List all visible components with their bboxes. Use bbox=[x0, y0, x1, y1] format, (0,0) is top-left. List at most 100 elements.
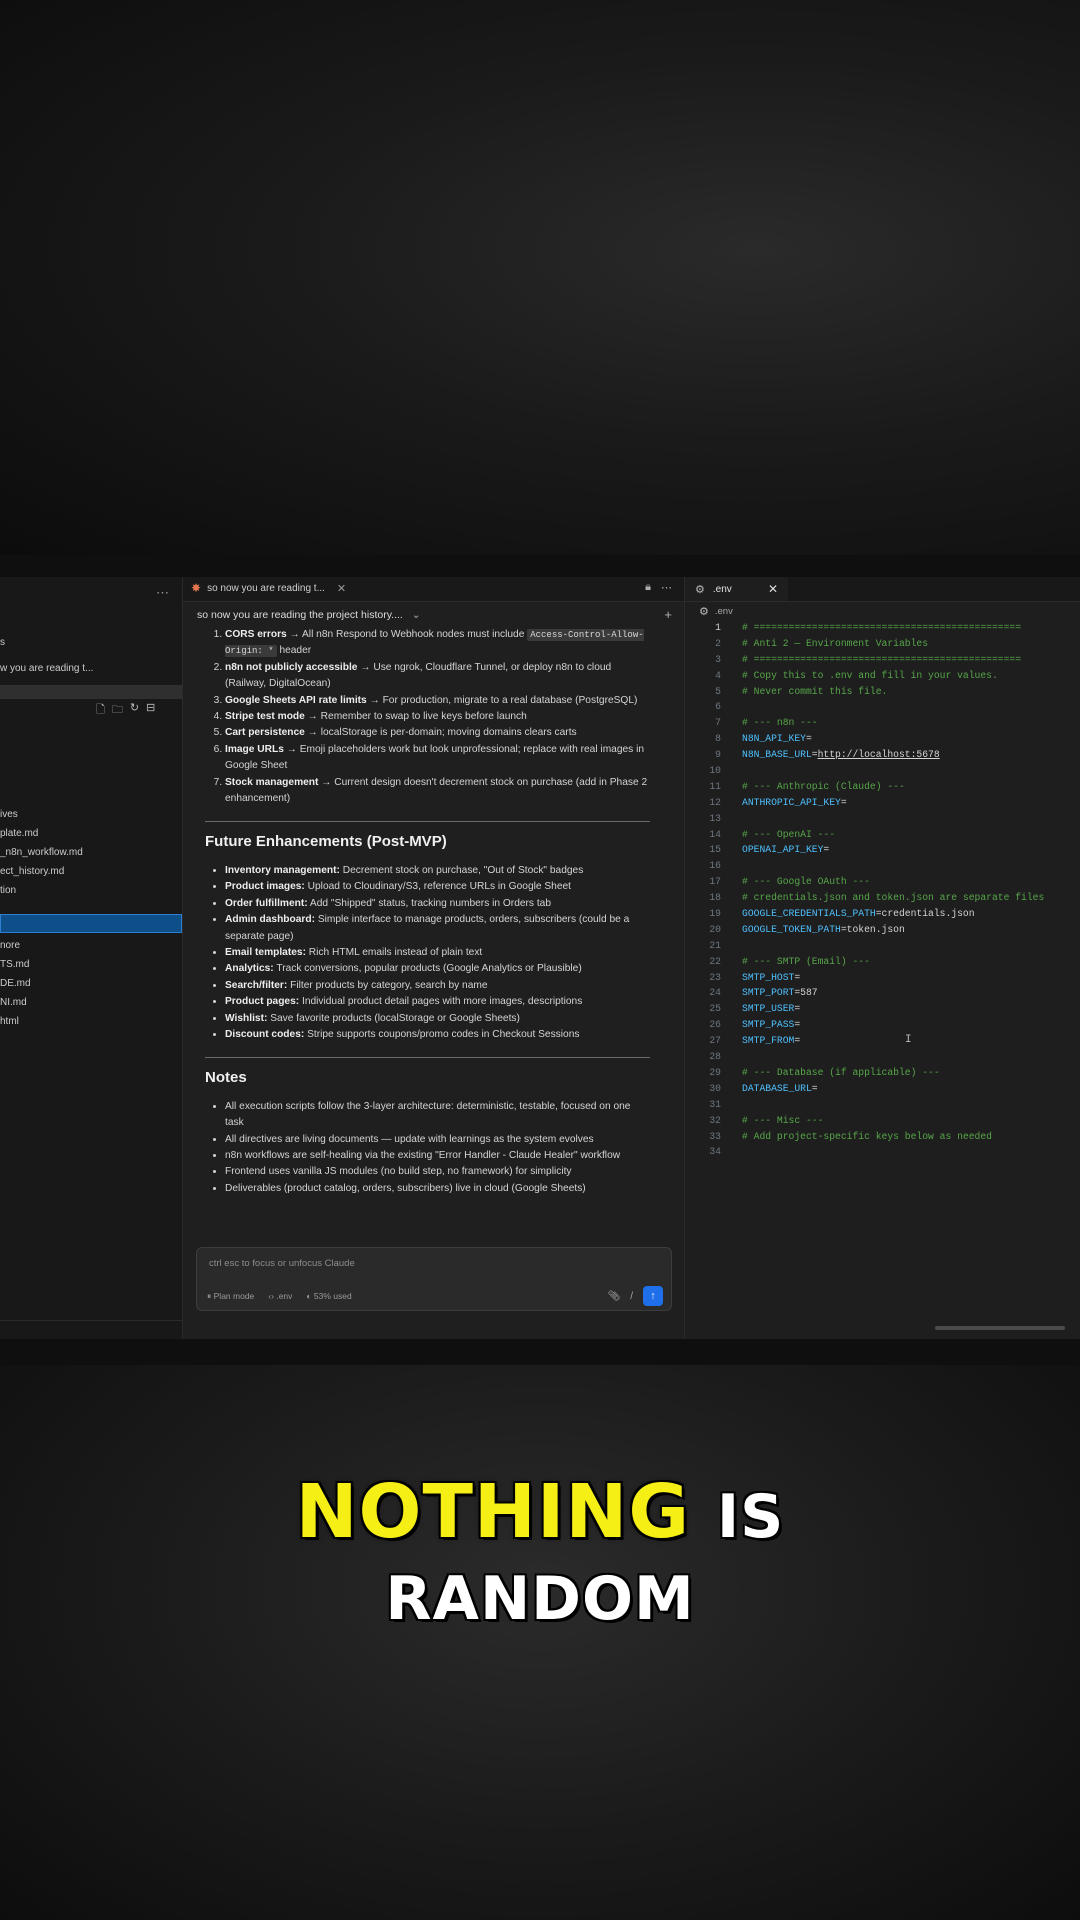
code-line[interactable]: 26 SMTP_PASS= bbox=[685, 1017, 1080, 1033]
line-text: # Add project-specific keys below as nee… bbox=[742, 1130, 992, 1142]
code-lines[interactable]: 1 # =====================================… bbox=[685, 620, 1080, 1160]
code-line[interactable]: 28 bbox=[685, 1049, 1080, 1065]
code-line[interactable]: 27 SMTP_FROM= bbox=[685, 1033, 1080, 1049]
breadcrumb-file[interactable]: .env bbox=[715, 606, 733, 617]
refresh-icon[interactable]: ↻ bbox=[130, 701, 139, 720]
explorer-item[interactable]: html bbox=[0, 1016, 19, 1027]
line-text bbox=[721, 699, 742, 715]
line-text bbox=[721, 938, 742, 954]
code-line[interactable]: 11 # --- Anthropic (Claude) --- bbox=[685, 779, 1080, 795]
ellipsis-icon[interactable]: ⋯ bbox=[156, 585, 169, 601]
slash-command-icon[interactable]: / bbox=[630, 1291, 633, 1302]
explorer-selected-row[interactable] bbox=[0, 914, 182, 933]
code-line[interactable]: 32 # --- Misc --- bbox=[685, 1113, 1080, 1129]
code-line[interactable]: 9 N8N_BASE_URL=http://localhost:5678 bbox=[685, 747, 1080, 763]
line-text: SMTP_FROM= bbox=[721, 1033, 800, 1049]
caption-line-2: RANDOM bbox=[385, 1564, 695, 1634]
code-line[interactable]: 1 # =====================================… bbox=[685, 620, 1080, 636]
code-line[interactable]: 21 bbox=[685, 938, 1080, 954]
context-file-chip[interactable]: ‹› .env bbox=[268, 1291, 292, 1302]
explorer-footer bbox=[0, 1320, 182, 1339]
close-icon[interactable]: ✕ bbox=[768, 582, 778, 596]
explorer-item[interactable]: tion bbox=[0, 885, 16, 896]
code-line[interactable]: 6 bbox=[685, 699, 1080, 715]
explorer-item[interactable]: w you are reading t... bbox=[0, 663, 93, 674]
chat-input[interactable]: ctrl esc to focus or unfocus Claude ⏸︎ P… bbox=[196, 1247, 672, 1311]
code-line[interactable]: 15 OPENAI_API_KEY= bbox=[685, 842, 1080, 858]
code-line[interactable]: 34 bbox=[685, 1144, 1080, 1160]
explorer-item[interactable]: _n8n_workflow.md bbox=[0, 847, 83, 858]
explorer-item[interactable]: plate.md bbox=[0, 828, 38, 839]
chat-tab[interactable]: ✸ so now you are reading t... ✕ bbox=[191, 581, 346, 595]
line-text: OPENAI_API_KEY= bbox=[721, 842, 829, 858]
note-item: All directives are living documents — up… bbox=[225, 1132, 650, 1148]
line-text: # Anti 2 — Environment Variables bbox=[742, 637, 929, 649]
explorer-item[interactable]: DE.md bbox=[0, 978, 31, 989]
code-line[interactable]: 29 # --- Database (if applicable) --- bbox=[685, 1065, 1080, 1081]
code-line[interactable]: 2 # Anti 2 — Environment Variables bbox=[685, 636, 1080, 652]
horizontal-scrollbar[interactable] bbox=[935, 1326, 1065, 1330]
explorer-item[interactable]: s bbox=[0, 637, 5, 648]
code-line[interactable]: 18 # credentials.json and token.json are … bbox=[685, 890, 1080, 906]
code-line[interactable]: 31 bbox=[685, 1097, 1080, 1113]
line-text: N8N_BASE_URL=http://localhost:5678 bbox=[721, 747, 940, 763]
chat-session-title[interactable]: so now you are reading the project histo… bbox=[197, 609, 421, 621]
code-line[interactable]: 7 # --- n8n --- bbox=[685, 715, 1080, 731]
explorer-item[interactable]: nore bbox=[0, 940, 20, 951]
line-text bbox=[721, 1097, 742, 1113]
line-number: 19 bbox=[709, 908, 721, 920]
line-text bbox=[721, 858, 742, 874]
env-key: GOOGLE_CREDENTIALS_PATH bbox=[742, 908, 876, 920]
send-button[interactable]: ↑ bbox=[643, 1286, 663, 1306]
code-line[interactable]: 20 GOOGLE_TOKEN_PATH=token.json bbox=[685, 922, 1080, 938]
code-line[interactable]: 33 # Add project-specific keys below as n… bbox=[685, 1129, 1080, 1145]
notes-heading: Notes bbox=[205, 1069, 247, 1087]
code-line[interactable]: 24 SMTP_PORT=587 bbox=[685, 985, 1080, 1001]
code-line[interactable]: 8 N8N_API_KEY= bbox=[685, 731, 1080, 747]
lock-icon[interactable]: 🔒︎ bbox=[645, 581, 651, 594]
code-line[interactable]: 10 bbox=[685, 763, 1080, 779]
explorer-item[interactable]: ect_history.md bbox=[0, 866, 64, 877]
code-line[interactable]: 5 # Never commit this file. bbox=[685, 684, 1080, 700]
screen-recording: ⋯ 🗋 🗀 ↻ ⊟ s w you are reading t... ives pla… bbox=[0, 555, 1080, 1365]
line-text: # --- OpenAI --- bbox=[742, 828, 836, 840]
code-line[interactable]: 4 # Copy this to .env and fill in your va… bbox=[685, 668, 1080, 684]
code-line[interactable]: 30 DATABASE_URL= bbox=[685, 1081, 1080, 1097]
ellipsis-icon[interactable]: ⋯ bbox=[661, 581, 672, 594]
code-line[interactable]: 17 # --- Google OAuth --- bbox=[685, 874, 1080, 890]
explorer-item[interactable]: ives bbox=[0, 809, 18, 820]
close-icon[interactable]: ✕ bbox=[337, 582, 346, 595]
code-line[interactable]: 12 ANTHROPIC_API_KEY= bbox=[685, 795, 1080, 811]
explorer-section-header[interactable] bbox=[0, 685, 182, 699]
future-term: Order fulfillment: bbox=[225, 897, 308, 909]
line-number: 17 bbox=[709, 876, 721, 888]
code-line[interactable]: 23 SMTP_HOST= bbox=[685, 970, 1080, 986]
paperclip-icon[interactable]: 📎︎ bbox=[608, 1291, 621, 1302]
env-value[interactable]: http://localhost:5678 bbox=[818, 749, 940, 760]
code-line[interactable]: 3 # =====================================… bbox=[685, 652, 1080, 668]
env-value: token.json bbox=[846, 923, 905, 935]
explorer-item[interactable]: NI.md bbox=[0, 997, 27, 1008]
code-line[interactable]: 16 bbox=[685, 858, 1080, 874]
new-file-icon[interactable]: 🗋 bbox=[96, 701, 105, 720]
explorer-item[interactable]: TS.md bbox=[0, 959, 29, 970]
future-item: Analytics: Track conversions, popular pr… bbox=[225, 961, 650, 977]
new-chat-plus-icon[interactable]: + bbox=[664, 607, 672, 622]
code-line[interactable]: 19 GOOGLE_CREDENTIALS_PATH=credentials.js… bbox=[685, 906, 1080, 922]
line-text: SMTP_PORT=587 bbox=[721, 985, 818, 1001]
line-text: # Copy this to .env and fill in your val… bbox=[742, 669, 998, 681]
chat-message-content: CORS errors → All n8n Respond to Webhook… bbox=[205, 627, 650, 1197]
new-folder-icon[interactable]: 🗀 bbox=[112, 701, 123, 720]
code-line[interactable]: 13 bbox=[685, 811, 1080, 827]
code-line[interactable]: 25 SMTP_USER= bbox=[685, 1001, 1080, 1017]
line-text: # Never commit this file. bbox=[742, 685, 888, 697]
code-line[interactable]: 14 # --- OpenAI --- bbox=[685, 827, 1080, 843]
plan-mode-toggle[interactable]: ⏸︎ Plan mode bbox=[207, 1291, 254, 1302]
editor-tab-env[interactable]: ⚙ .env ✕ bbox=[685, 577, 788, 601]
future-text: Add "Shipped" status, tracking numbers i… bbox=[307, 897, 552, 909]
claude-logo-icon: ✸ bbox=[191, 581, 202, 595]
issue-item: Stripe test mode → Remember to swap to l… bbox=[225, 709, 650, 725]
code-line[interactable]: 22 # --- SMTP (Email) --- bbox=[685, 954, 1080, 970]
collapse-all-icon[interactable]: ⊟ bbox=[146, 701, 155, 720]
note-item: Deliverables (product catalog, orders, s… bbox=[225, 1181, 650, 1197]
